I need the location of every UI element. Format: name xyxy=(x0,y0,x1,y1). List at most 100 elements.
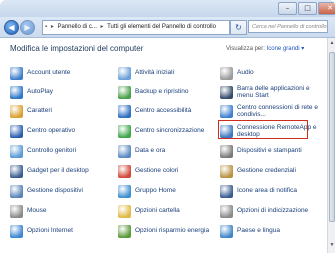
taskbar-icon xyxy=(220,85,233,99)
accessibility-icon xyxy=(118,104,131,118)
indexing-icon xyxy=(220,204,233,218)
page-title: Modifica le impostazioni del computer xyxy=(10,44,144,53)
view-by: Visualizza per: Icone grandi ▾ xyxy=(226,45,304,52)
control-panel-item-label: Centro accessibilità xyxy=(135,107,192,115)
breadcrumb-separator-icon: ▸ xyxy=(50,24,54,30)
minimize-button[interactable]: – xyxy=(278,2,297,15)
control-panel-window: – □ ✕ ◀ ▶ ▪ ▸ Pannello di c... ▸ Tutti g… xyxy=(0,0,335,253)
control-panel-item-label: Gestione colori xyxy=(135,167,179,175)
speaker-icon xyxy=(220,66,233,80)
control-panel-item[interactable]: Gadget per il desktop xyxy=(10,161,110,181)
region-language-icon xyxy=(220,224,233,238)
control-panel-item[interactable]: Account utente xyxy=(10,63,110,83)
fonts-icon xyxy=(10,104,23,118)
vertical-scrollbar[interactable]: ▲ ▼ xyxy=(327,38,335,253)
credential-manager-icon xyxy=(220,164,233,178)
caption-buttons: – □ ✕ xyxy=(277,2,335,15)
control-panel-item-label: Opzioni Internet xyxy=(27,227,73,235)
control-panel-item[interactable]: Dispositivi e stampanti xyxy=(220,141,320,161)
control-panel-item[interactable]: Gestione dispositivi xyxy=(10,181,110,201)
control-panel-item[interactable]: Caratteri xyxy=(10,101,110,121)
user-accounts-icon xyxy=(10,66,23,80)
parental-controls-icon xyxy=(10,144,23,158)
control-panel-item-label: Gestione dispositivi xyxy=(27,187,83,195)
forward-button[interactable]: ▶ xyxy=(20,20,35,35)
control-panel-item-label: Opzioni di indicizzazione xyxy=(237,207,309,215)
control-panel-items: Account utente Attività iniziali Audio Auto… xyxy=(0,60,327,253)
backup-icon xyxy=(118,85,131,99)
control-panel-item[interactable]: Controllo genitori xyxy=(10,141,110,161)
control-panel-item[interactable]: Centro sincronizzazione xyxy=(118,121,218,141)
control-panel-item[interactable]: Centro connessioni di rete e condivis... xyxy=(220,101,320,121)
control-panel-item-label: Dispositivi e stampanti xyxy=(237,147,302,155)
power-options-icon xyxy=(118,224,131,238)
scroll-up-icon[interactable]: ▲ xyxy=(329,40,335,47)
date-time-icon xyxy=(118,144,131,158)
control-panel-item-label: Barra delle applicazioni e menu Start xyxy=(237,84,310,100)
internet-options-icon xyxy=(10,224,23,238)
control-panel-item[interactable]: Centro accessibilità xyxy=(118,101,218,121)
control-panel-item-label: Attività iniziali xyxy=(135,69,175,77)
control-panel-item-label: Gadget per il desktop xyxy=(27,167,89,175)
network-icon xyxy=(220,104,233,118)
control-panel-item[interactable]: Attività iniziali xyxy=(118,63,218,83)
control-panel-item-label: Audio xyxy=(237,69,254,77)
control-panel-item[interactable]: Mouse xyxy=(10,201,110,221)
address-bar[interactable]: ▪ ▸ Pannello di c... ▸ Tutti gli element… xyxy=(42,20,230,35)
content-header: Modifica le impostazioni del computer Vi… xyxy=(0,38,335,60)
control-panel-item[interactable]: Gestione credenziali xyxy=(220,161,320,181)
control-panel-item[interactable]: Centro operativo xyxy=(10,121,110,141)
control-panel-item[interactable]: Backup e ripristino xyxy=(118,82,218,102)
devices-printers-icon xyxy=(220,144,233,158)
refresh-button[interactable]: ↻ xyxy=(230,20,247,35)
scroll-down-icon[interactable]: ▼ xyxy=(329,242,335,249)
control-panel-item[interactable]: Paese e lingua xyxy=(220,221,320,241)
control-panel-item-label: Backup e ripristino xyxy=(135,88,189,96)
control-panel-item-label: Icone area di notifica xyxy=(237,187,297,195)
control-panel-item-label: Opzioni cartella xyxy=(135,207,180,215)
getting-started-icon xyxy=(118,66,131,80)
breadcrumb-item[interactable]: Pannello di c... xyxy=(58,24,97,30)
control-panel-item[interactable]: Icone area di notifica xyxy=(220,181,320,201)
action-center-icon xyxy=(10,124,23,138)
breadcrumb-separator-icon: ▸ xyxy=(100,24,104,30)
control-panel-item-label: Centro operativo xyxy=(27,127,76,135)
back-button[interactable]: ◀ xyxy=(4,20,19,35)
view-by-dropdown[interactable]: Icone grandi ▾ xyxy=(267,46,305,52)
gadgets-icon xyxy=(10,164,23,178)
control-panel-item[interactable]: Data e ora xyxy=(118,141,218,161)
control-panel-item-label: Data e ora xyxy=(135,147,166,155)
homegroup-icon xyxy=(118,184,131,198)
control-panel-item-label: AutoPlay xyxy=(27,88,54,96)
device-manager-icon xyxy=(10,184,23,198)
control-panel-item[interactable]: Opzioni Internet xyxy=(10,221,110,241)
close-button[interactable]: ✕ xyxy=(318,2,335,15)
title-bar: – □ ✕ xyxy=(0,0,335,17)
control-panel-item[interactable]: Gestione colori xyxy=(118,161,218,181)
breadcrumb-item[interactable]: Tutti gli elementi del Pannello di contr… xyxy=(107,24,216,30)
maximize-button[interactable]: □ xyxy=(298,2,317,15)
control-panel-item-label: Gestione credenziali xyxy=(237,167,296,175)
view-by-label: Visualizza per: xyxy=(226,46,265,52)
control-panel-item[interactable]: Opzioni di indicizzazione xyxy=(220,201,320,221)
sync-center-icon xyxy=(118,124,131,138)
control-panel-item-label: Caratteri xyxy=(27,107,52,115)
control-panel-item[interactable]: Barra delle applicazioni e menu Start xyxy=(220,82,320,102)
control-panel-item[interactable]: Opzioni cartella xyxy=(118,201,218,221)
control-panel-item[interactable]: Audio xyxy=(220,63,320,83)
navigation-bar: ◀ ▶ ▪ ▸ Pannello di c... ▸ Tutti gli ele… xyxy=(0,17,335,38)
search-input[interactable]: Cerca nel Pannello di controllo xyxy=(248,20,328,33)
color-management-icon xyxy=(118,164,131,178)
control-panel-item-label: Centro connessioni di rete e condivis... xyxy=(237,103,318,119)
control-panel-item-label: Opzioni risparmio energia xyxy=(135,227,210,235)
control-panel-icon: ▪ xyxy=(45,24,48,30)
scroll-thumb[interactable] xyxy=(329,52,335,222)
control-panel-item[interactable]: Opzioni risparmio energia xyxy=(118,221,218,241)
control-panel-item-label: Mouse xyxy=(27,207,47,215)
folder-options-icon xyxy=(118,204,131,218)
mouse-icon xyxy=(10,204,23,218)
control-panel-item[interactable]: AutoPlay xyxy=(10,82,110,102)
control-panel-item[interactable]: Gruppo Home xyxy=(118,181,218,201)
notification-icons-icon xyxy=(220,184,233,198)
selection-highlight xyxy=(218,120,308,139)
